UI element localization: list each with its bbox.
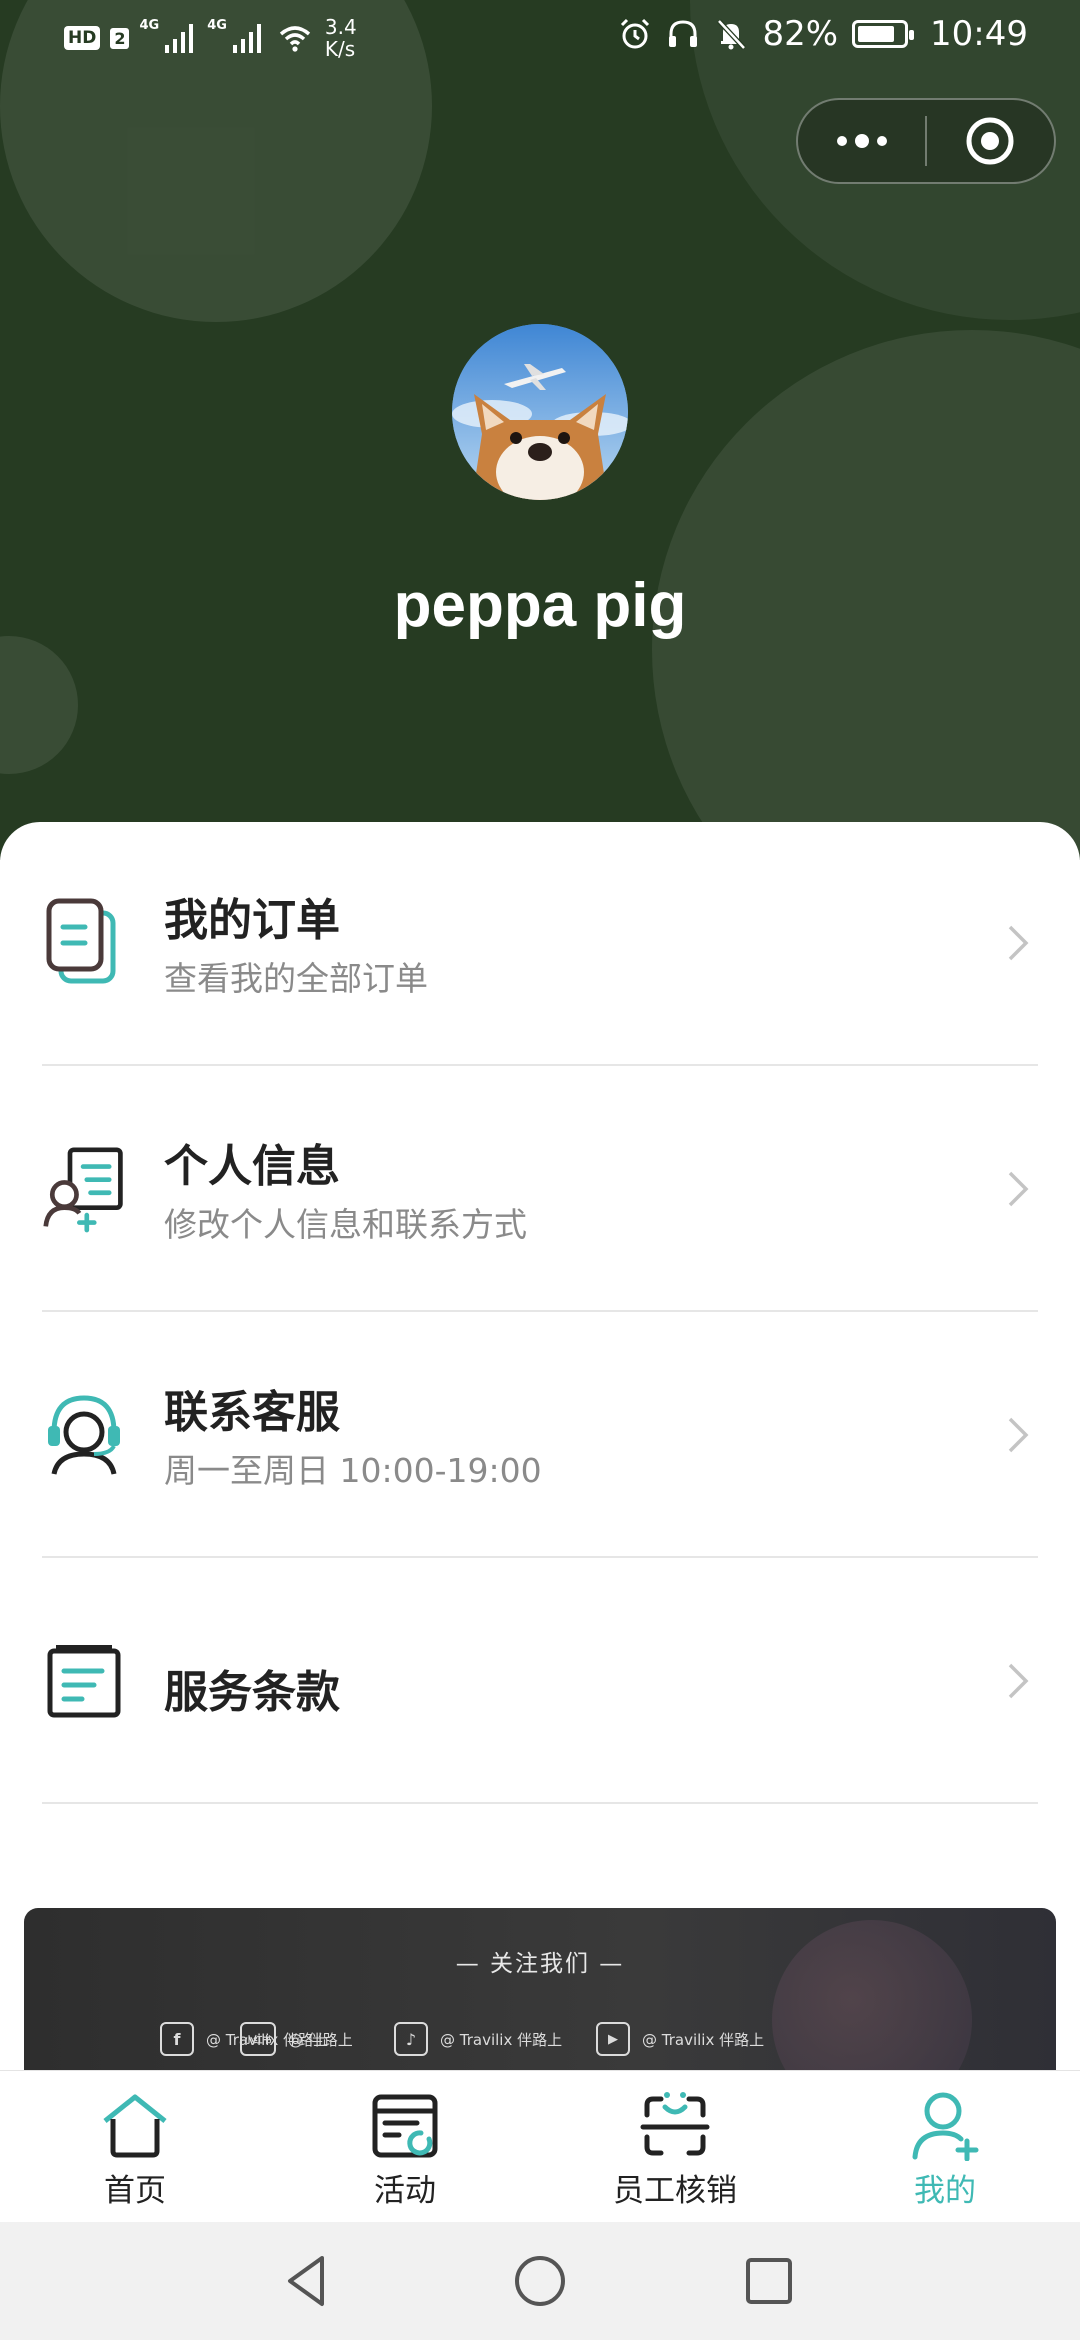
tab-me[interactable]: 我的 (810, 2071, 1080, 2222)
status-bar: HD 2 4G 4G 3.4 K/s 82% 10:49 (0, 0, 1080, 76)
dog-avatar-image (452, 324, 628, 500)
tab-staff-verify[interactable]: 员工核销 (540, 2071, 810, 2222)
clock: 10:49 (930, 14, 1028, 54)
facebook-icon: f (160, 2022, 194, 2056)
menu-icon-wrap (42, 822, 126, 1064)
tiktok-icon: ♪ (394, 2022, 428, 2056)
customer-service-icon (48, 1395, 120, 1475)
banner-title: — 关注我们 — (455, 1951, 625, 1977)
menu-subtitle: 查看我的全部订单 (164, 959, 428, 998)
signal-icon (232, 24, 261, 53)
tab-home[interactable]: 首页 (0, 2071, 270, 2222)
profile-header: HD 2 4G 4G 3.4 K/s 82% 10:49 peppa pig (0, 0, 1080, 860)
hd-badge: HD (64, 26, 101, 50)
menu-title: 个人信息 (164, 1141, 340, 1192)
menu-item-orders[interactable]: 我的订单 查看我的全部订单 (42, 822, 1038, 1066)
social-tiktok[interactable]: ♪ @ Travilix 伴路上 (394, 2022, 562, 2056)
battery-percent: 82% (762, 14, 839, 54)
menu-icon-wrap (42, 1314, 126, 1556)
close-miniprogram-button[interactable] (927, 100, 1054, 182)
miniprogram-capsule (796, 98, 1056, 184)
chevron-right-icon (1008, 1417, 1029, 1453)
more-dots-icon (836, 134, 887, 148)
menu-subtitle: 修改个人信息和联系方式 (164, 1205, 527, 1244)
status-right: 82% 10:49 (618, 14, 1028, 54)
social-xiaohongshu-item[interactable]: 小红书 @ 伴路上 (240, 2022, 353, 2056)
social-youtube[interactable]: ▶ @ Travilix 伴路上 (596, 2022, 764, 2056)
menu-subtitle: 周一至周日 10:00-19:00 (164, 1451, 542, 1490)
network-speed: 3.4 K/s (325, 16, 357, 60)
tab-label: 我的 (914, 2173, 976, 2209)
menu-item-customer-service[interactable]: 联系客服 周一至周日 10:00-19:00 (42, 1314, 1038, 1558)
terms-icon (47, 1645, 121, 1718)
activity-icon (372, 2094, 438, 2158)
tab-label: 首页 (104, 2173, 166, 2209)
sim-badge: 2 (110, 27, 130, 49)
status-left: HD 2 4G 4G 3.4 K/s (64, 16, 357, 60)
menu-icon-wrap (42, 1560, 126, 1802)
speed-unit: K/s (324, 37, 356, 61)
chevron-right-icon (1008, 925, 1029, 961)
youtube-icon: ▶ (596, 2022, 630, 2056)
target-close-icon (966, 117, 1014, 165)
orders-icon (46, 898, 116, 984)
menu-title: 联系客服 (164, 1387, 340, 1438)
speed-value: 3.4 (324, 15, 357, 39)
scan-verify-icon (640, 2092, 710, 2156)
headphones-icon (669, 20, 698, 47)
bottom-tab-bar: 首页 活动 员工核销 我的 (0, 2070, 1080, 2222)
decor-circle (0, 636, 78, 774)
home-icon (103, 2094, 167, 2158)
username: peppa pig (393, 571, 687, 640)
more-menu-button[interactable] (798, 100, 925, 182)
network-type: 4G (139, 18, 160, 33)
chevron-right-icon (1008, 1663, 1029, 1699)
mute-bell-icon (717, 19, 747, 50)
battery-level (858, 26, 895, 42)
menu-title: 我的订单 (164, 895, 340, 946)
network-type: 4G (207, 18, 227, 33)
social-label: @ Travilix 伴路上 (440, 2030, 563, 2049)
social-label: @ Travilix 伴路上 (642, 2030, 765, 2049)
wifi-icon (279, 26, 311, 52)
avatar[interactable] (452, 324, 628, 500)
back-icon[interactable] (276, 2248, 342, 2314)
tab-label: 员工核销 (613, 2173, 737, 2209)
tab-label: 活动 (374, 2173, 436, 2209)
signal-icon (165, 24, 194, 53)
xiaohongshu-icon: 小红书 (240, 2022, 276, 2056)
profile-info-icon (43, 1147, 123, 1233)
my-profile-icon (912, 2092, 979, 2161)
home-circle-icon[interactable] (507, 2248, 573, 2314)
menu-title: 服务条款 (164, 1667, 340, 1718)
recents-icon[interactable] (736, 2248, 802, 2314)
menu-icon-wrap (42, 1068, 126, 1310)
menu-item-terms[interactable]: 服务条款 (42, 1560, 1038, 1804)
battery-icon (852, 20, 915, 48)
tab-activity[interactable]: 活动 (270, 2071, 540, 2222)
chevron-right-icon (1008, 1171, 1029, 1207)
social-label: @ 伴路上 (288, 2030, 353, 2049)
alarm-icon (621, 18, 650, 49)
system-navigation-bar (0, 2222, 1080, 2340)
menu-item-profile-info[interactable]: 个人信息 修改个人信息和联系方式 (42, 1068, 1038, 1312)
